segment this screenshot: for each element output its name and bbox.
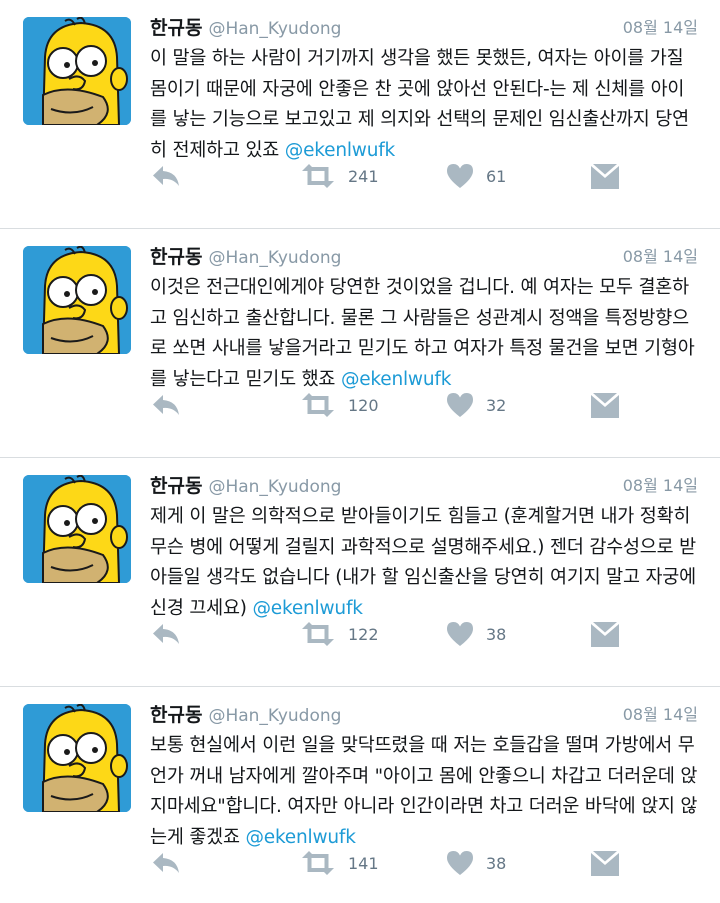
tweet-text: 보통 현실에서 이런 일을 맞닥뜨렸을 때 저는 호들갑을 떨며 가방에서 무언… [150, 731, 700, 853]
avatar[interactable] [23, 246, 131, 354]
user-handle[interactable]: @Han_Kyudong [208, 706, 341, 726]
mention-link[interactable]: @ekenlwufk [285, 140, 395, 161]
direct-message-icon [591, 851, 619, 876]
direct-message-button[interactable] [590, 389, 620, 421]
direct-message-button[interactable] [590, 160, 620, 192]
avatar[interactable] [23, 704, 131, 812]
tweet[interactable]: 한규동 @Han_Kyudong 08월 14일 보통 현실에서 이런 일을 맞닥… [0, 687, 720, 903]
tweet-body-text: 이 말을 하는 사람이 거기까지 생각을 했든 못했든, 여자는 아이를 가질 … [150, 48, 689, 161]
like-count: 61 [486, 166, 507, 186]
tweet-actions: 241 61 [150, 160, 700, 192]
tweet-date[interactable]: 08월 14일 [623, 472, 698, 500]
reply-icon [153, 853, 179, 873]
homer-avatar-image [23, 246, 131, 354]
display-name[interactable]: 한규동 [150, 246, 202, 268]
homer-avatar-image [23, 17, 131, 125]
like-button[interactable]: 32 [446, 389, 506, 421]
direct-message-icon [591, 622, 619, 647]
tweet[interactable]: 한규동 @Han_Kyudong 08월 14일 이것은 전근대인에게야 당연한 … [0, 229, 720, 458]
mention-link[interactable]: @ekenlwufk [253, 598, 363, 619]
tweet-actions: 122 38 [150, 618, 700, 650]
heart-icon [447, 164, 473, 188]
retweet-icon [302, 393, 334, 417]
reply-button[interactable] [150, 847, 182, 879]
tweet-body-text: 보통 현실에서 이런 일을 맞닥뜨렸을 때 저는 호들갑을 떨며 가방에서 무언… [150, 735, 698, 848]
tweet-date[interactable]: 08월 14일 [623, 14, 698, 42]
reply-icon [153, 166, 179, 186]
retweet-icon [302, 622, 334, 646]
like-button[interactable]: 38 [446, 847, 506, 879]
like-count: 38 [486, 853, 507, 873]
heart-icon [447, 622, 473, 646]
reply-button[interactable] [150, 389, 182, 421]
direct-message-icon [591, 164, 619, 189]
mention-link[interactable]: @ekenlwufk [245, 827, 355, 848]
tweet[interactable]: 한규동 @Han_Kyudong 08월 14일 이 말을 하는 사람이 거기까지… [0, 0, 720, 229]
tweet-date[interactable]: 08월 14일 [623, 243, 698, 271]
reply-button[interactable] [150, 618, 182, 650]
display-name[interactable]: 한규동 [150, 17, 202, 39]
tweet-actions: 120 32 [150, 389, 700, 421]
tweet-text: 이 말을 하는 사람이 거기까지 생각을 했든 못했든, 여자는 아이를 가질 … [150, 44, 700, 166]
heart-icon [447, 851, 473, 875]
retweet-button[interactable]: 122 [300, 618, 379, 650]
retweet-count: 122 [348, 624, 379, 644]
retweet-button[interactable]: 141 [300, 847, 379, 879]
tweet-body-text: 제게 이 말은 의학적으로 받아들이기도 힘들고 (훈계할거면 내가 정확히 무… [150, 506, 696, 619]
retweet-icon [302, 164, 334, 188]
direct-message-button[interactable] [590, 847, 620, 879]
tweet-text: 이것은 전근대인에게야 당연한 것이었을 겁니다. 예 여자는 모두 결혼하고 … [150, 273, 700, 395]
user-handle[interactable]: @Han_Kyudong [208, 19, 341, 39]
retweet-button[interactable]: 120 [300, 389, 379, 421]
user-handle[interactable]: @Han_Kyudong [208, 477, 341, 497]
reply-button[interactable] [150, 160, 182, 192]
homer-avatar-image [23, 475, 131, 583]
tweet-header: 한규동 @Han_Kyudong 08월 14일 [150, 472, 698, 500]
avatar[interactable] [23, 475, 131, 583]
display-name[interactable]: 한규동 [150, 475, 202, 497]
retweet-button[interactable]: 241 [300, 160, 379, 192]
retweet-count: 141 [348, 853, 379, 873]
tweet-timeline: 한규동 @Han_Kyudong 08월 14일 이 말을 하는 사람이 거기까지… [0, 0, 720, 903]
avatar[interactable] [23, 17, 131, 125]
tweet-header: 한규동 @Han_Kyudong 08월 14일 [150, 243, 698, 271]
mention-link[interactable]: @ekenlwufk [341, 369, 451, 390]
retweet-count: 120 [348, 395, 379, 415]
like-count: 38 [486, 624, 507, 644]
direct-message-button[interactable] [590, 618, 620, 650]
like-button[interactable]: 38 [446, 618, 506, 650]
display-name[interactable]: 한규동 [150, 704, 202, 726]
reply-icon [153, 624, 179, 644]
heart-icon [447, 393, 473, 417]
tweet-date[interactable]: 08월 14일 [623, 701, 698, 729]
tweet-actions: 141 38 [150, 847, 700, 879]
tweet-header: 한규동 @Han_Kyudong 08월 14일 [150, 701, 698, 729]
homer-avatar-image [23, 704, 131, 812]
retweet-count: 241 [348, 166, 379, 186]
like-count: 32 [486, 395, 507, 415]
user-handle[interactable]: @Han_Kyudong [208, 248, 341, 268]
direct-message-icon [591, 393, 619, 418]
tweet[interactable]: 한규동 @Han_Kyudong 08월 14일 제게 이 말은 의학적으로 받아… [0, 458, 720, 687]
tweet-header: 한규동 @Han_Kyudong 08월 14일 [150, 14, 698, 42]
tweet-text: 제게 이 말은 의학적으로 받아들이기도 힘들고 (훈계할거면 내가 정확히 무… [150, 502, 700, 624]
retweet-icon [302, 851, 334, 875]
reply-icon [153, 395, 179, 415]
like-button[interactable]: 61 [446, 160, 506, 192]
